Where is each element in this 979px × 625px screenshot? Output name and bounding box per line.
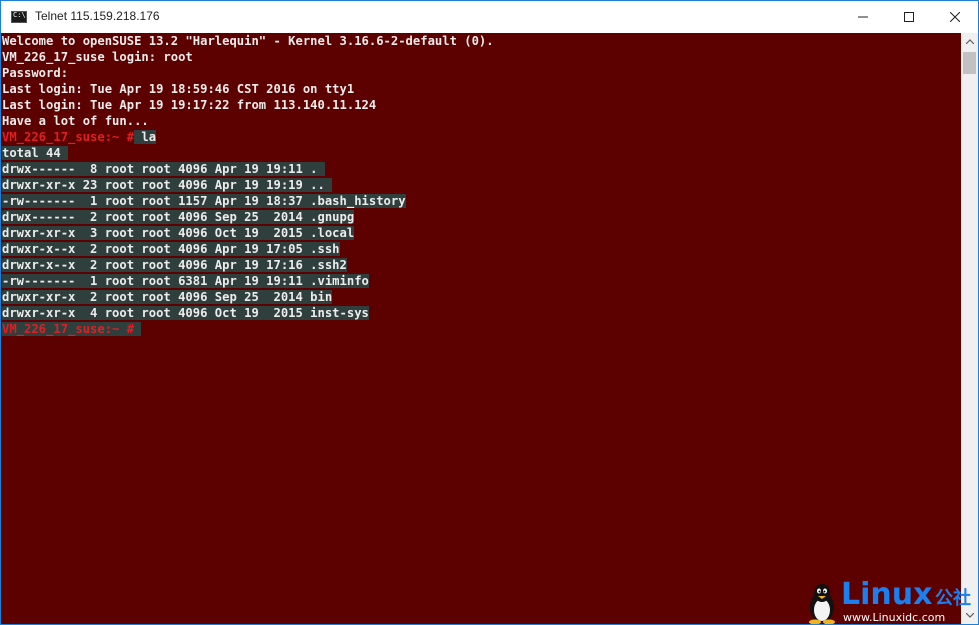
terminal-line-text: drwxr-xr-x 2 root root 4096 Sep 25 2014 …: [2, 290, 333, 304]
close-button[interactable]: [932, 1, 978, 33]
terminal-line: Last login: Tue Apr 19 19:17:22 from 113…: [2, 97, 376, 113]
terminal-line-text: Last login: Tue Apr 19 18:59:46 CST 2016…: [2, 82, 355, 96]
maximize-button[interactable]: [886, 1, 932, 33]
watermark-brand: Linux: [841, 577, 933, 612]
terminal-line-text: drwxr-xr-x 4 root root 4096 Oct 19 2015 …: [2, 306, 369, 320]
terminal-line-text: -rw------- 1 root root 6381 Apr 19 19:11…: [2, 274, 369, 288]
terminal-line: drwxr-xr-x 4 root root 4096 Oct 19 2015 …: [2, 305, 369, 321]
terminal-output[interactable]: Welcome to openSUSE 13.2 "Harlequin" - K…: [1, 33, 961, 624]
terminal-line-text: Last login: Tue Apr 19 19:17:22 from 113…: [2, 98, 377, 112]
terminal-line-text: drwx------ 2 root root 4096 Sep 25 2014 …: [2, 210, 355, 224]
terminal-line: VM_226_17_suse:~ # la: [2, 129, 157, 145]
terminal-line: drwxr-xr-x 23 root root 4096 Apr 19 19:1…: [2, 177, 333, 193]
terminal-line: drwx------ 2 root root 4096 Sep 25 2014 …: [2, 209, 355, 225]
vertical-scrollbar[interactable]: [961, 33, 978, 624]
terminal-line-text: drwxr-xr-x 3 root root 4096 Oct 19 2015 …: [2, 226, 355, 240]
terminal-line-text: drwxr-x--x 2 root root 4096 Apr 19 17:16…: [2, 258, 347, 272]
terminal-line-text: drwx------ 8 root root 4096 Apr 19 19:11…: [2, 162, 325, 176]
shell-command: [134, 322, 142, 336]
terminal-line: Last login: Tue Apr 19 18:59:46 CST 2016…: [2, 81, 354, 97]
terminal-line-text: VM_226_17_suse login: root: [2, 50, 193, 64]
watermark-url: www.Linuxidc.com: [843, 611, 946, 624]
terminal-line: Welcome to openSUSE 13.2 "Harlequin" - K…: [2, 33, 494, 49]
arrow-up-icon: [965, 39, 974, 44]
telnet-window: Telnet 115.159.218.176 Welcome to openSU…: [0, 0, 979, 625]
terminal-line: -rw------- 1 root root 1157 Apr 19 18:37…: [2, 193, 406, 209]
terminal-line: Password:: [2, 65, 68, 81]
minimize-icon: [858, 16, 868, 18]
console-icon: [11, 11, 27, 23]
watermark: Linux 公社 www.Linuxidc.com: [805, 578, 975, 624]
terminal-line-text: drwxr-x--x 2 root root 4096 Apr 19 17:05…: [2, 242, 340, 256]
window-title: Telnet 115.159.218.176: [35, 9, 160, 23]
terminal-line-text: Welcome to openSUSE 13.2 "Harlequin" - K…: [2, 34, 494, 48]
shell-command: la: [134, 130, 157, 144]
terminal-line-text: Password:: [2, 66, 69, 80]
shell-prompt: VM_226_17_suse:~ #: [2, 322, 135, 336]
terminal-line: drwxr-x--x 2 root root 4096 Apr 19 17:16…: [2, 257, 347, 273]
terminal-line-text: drwxr-xr-x 23 root root 4096 Apr 19 19:1…: [2, 178, 333, 192]
terminal-line: drwx------ 8 root root 4096 Apr 19 19:11…: [2, 161, 325, 177]
watermark-cn: 公社: [935, 588, 971, 609]
scroll-up-button[interactable]: [961, 33, 978, 50]
shell-prompt: VM_226_17_suse:~ #: [2, 130, 135, 144]
terminal-line-text: -rw------- 1 root root 1157 Apr 19 18:37…: [2, 194, 406, 208]
maximize-icon: [904, 12, 914, 22]
terminal-line: Have a lot of fun...: [2, 113, 149, 129]
terminal-line: VM_226_17_suse:~ #: [2, 321, 142, 337]
terminal-line: total 44: [2, 145, 69, 161]
close-icon: [950, 12, 960, 22]
minimize-button[interactable]: [840, 1, 886, 33]
terminal-line: drwxr-x--x 2 root root 4096 Apr 19 17:05…: [2, 241, 340, 257]
terminal-line: drwxr-xr-x 3 root root 4096 Oct 19 2015 …: [2, 225, 355, 241]
scrollbar-thumb[interactable]: [963, 52, 976, 74]
tux-penguin-icon: [809, 584, 835, 624]
terminal-line: drwxr-xr-x 2 root root 4096 Sep 25 2014 …: [2, 289, 333, 305]
title-bar[interactable]: Telnet 115.159.218.176: [1, 1, 978, 33]
terminal-line: -rw------- 1 root root 6381 Apr 19 19:11…: [2, 273, 369, 289]
terminal-line: VM_226_17_suse login: root: [2, 49, 193, 65]
terminal-line-text: total 44: [2, 146, 69, 160]
terminal-line-text: Have a lot of fun...: [2, 114, 149, 128]
